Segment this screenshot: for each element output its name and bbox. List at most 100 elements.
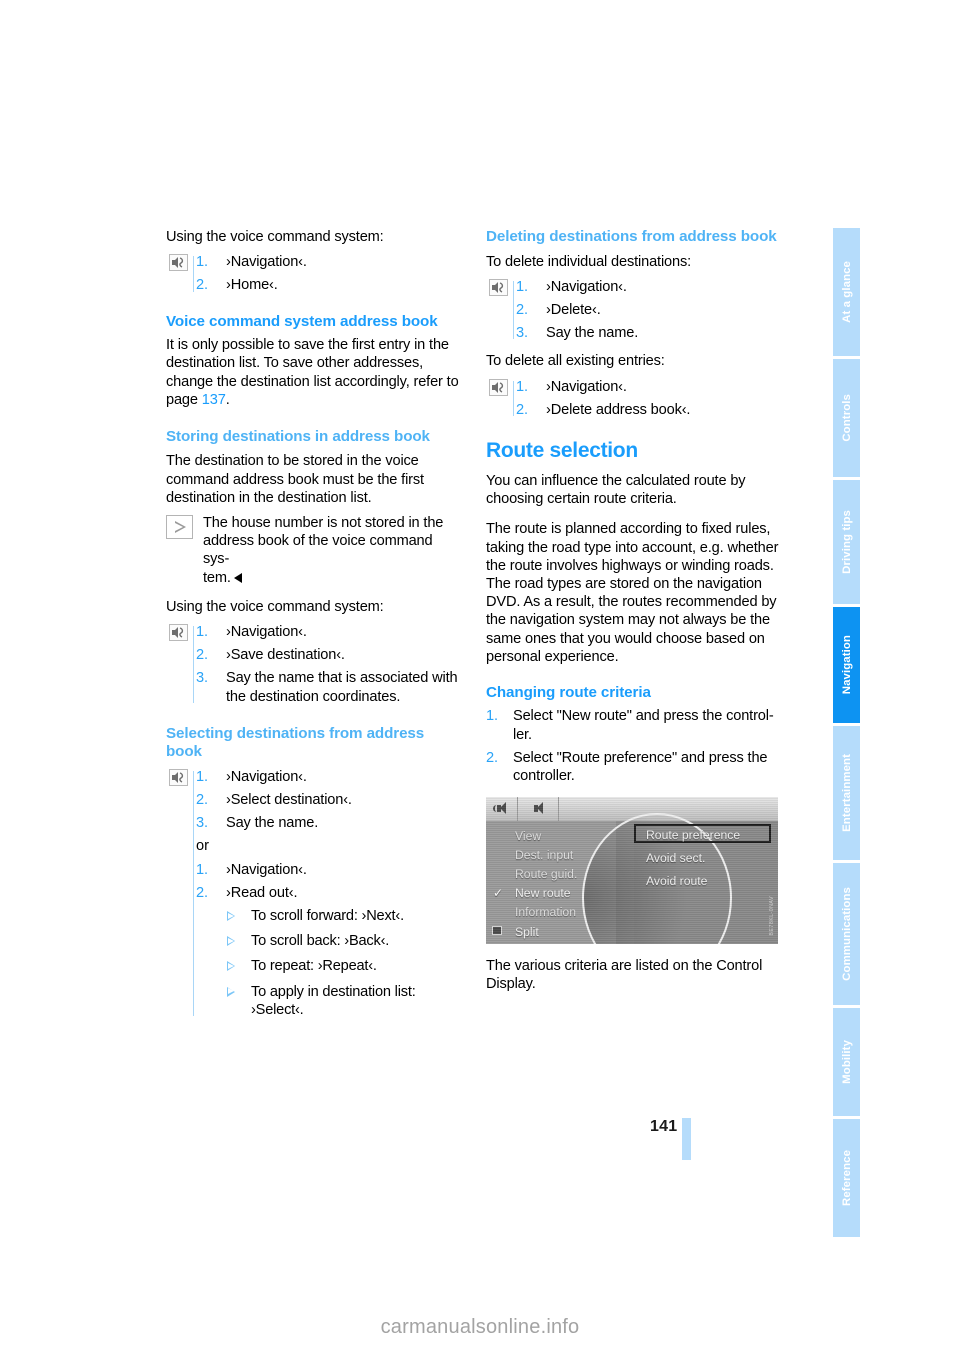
delete-all-line: To delete all existing entries: — [486, 353, 665, 370]
ordered-steps: 1. ›Navigation‹. 2. ›Delete address book‹. — [516, 378, 782, 419]
step-text: ›Read out‹. — [226, 884, 298, 901]
nav-submenu-item-avoid-sect[interactable]: Avoid sect. — [646, 851, 705, 865]
ordered-steps-b: 1. ›Navigation‹. 2. ›Read out‹. — [196, 861, 462, 902]
nav-menu-item-view[interactable]: View — [515, 829, 541, 843]
list-item: 2. ›Select destination‹. — [196, 791, 462, 809]
step-text: ›Navigation‹. — [226, 254, 307, 271]
voice-command-icon — [489, 378, 508, 396]
nav-menu-item-route-guid[interactable]: Route guid. — [515, 867, 577, 881]
speaker-mute-icon[interactable] — [493, 802, 508, 815]
list-item: 1. ›Navigation‹. — [196, 861, 462, 879]
note-box: The house number is not stored in the ad… — [166, 514, 462, 587]
tab-label: Entertainment — [840, 754, 853, 832]
triangle-bullet-icon — [227, 936, 235, 947]
tab-navigation[interactable]: Navigation — [833, 607, 860, 723]
step-text: ›Navigation‹. — [226, 768, 307, 785]
list-item: 2. Select "Route preference" and press th… — [486, 749, 782, 785]
step-text: ›Delete‹. — [546, 301, 601, 318]
heading-selecting-destinations: Selecting destinations from address book — [166, 724, 425, 761]
using-voice-command-line-2: Using the voice command system: — [166, 598, 384, 615]
step-text: Say the name. — [546, 325, 639, 342]
ordered-steps: 1. ›Navigation‹. 2. ›Save destination‹. 3.… — [196, 623, 462, 706]
tab-reference[interactable]: Reference — [833, 1119, 860, 1237]
list-item: 2. ›Delete address book‹. — [516, 401, 782, 419]
tab-driving-tips[interactable]: Driving tips — [833, 480, 860, 604]
tab-controls[interactable]: Controls — [833, 359, 860, 477]
step-text: ›Navigation‹. — [226, 861, 307, 878]
nav-submenu-item-avoid-route[interactable]: Avoid route — [646, 874, 707, 888]
ordered-steps: 1. ›Navigation‹. 2. ›Home‹. — [196, 253, 462, 294]
tab-entertainment[interactable]: Entertainment — [833, 726, 860, 860]
step-number: 1. — [196, 624, 208, 641]
bullet-text: To scroll forward: ›Next‹. — [251, 908, 404, 925]
page-reference-link[interactable]: 137 — [202, 392, 226, 408]
triangle-bullet-icon — [227, 961, 235, 972]
voice-address-book-paragraph: It is only possible to save the first en… — [166, 336, 462, 409]
tab-communications[interactable]: Communications — [833, 863, 860, 1005]
list-item: 3. Say the name that is associated with t… — [196, 669, 462, 705]
voice-command-icon — [169, 254, 188, 272]
voice-steps-delete-individual: 1. ›Navigation‹. 2. ›Delete‹. 3. Say the na… — [486, 278, 782, 343]
step-number: 2. — [196, 792, 208, 809]
figure-caption: The various criteria are listed on the C… — [486, 958, 763, 993]
heading-route-selection: Route selection — [486, 438, 638, 462]
note-triangle-icon — [166, 515, 193, 540]
manual-page: Using the voice command system: 1. ›Navig… — [0, 0, 960, 1358]
tab-label: Mobility — [840, 1040, 853, 1084]
nav-menu-item-new-route[interactable]: New route — [515, 886, 571, 900]
list-item: 3. Say the name. — [196, 814, 462, 832]
split-screen-icon — [492, 926, 502, 936]
or-separator: or — [196, 838, 209, 855]
ordered-steps-a: 1. ›Navigation‹. 2. ›Select destination‹. … — [196, 768, 462, 833]
step-text: ›Navigation‹. — [546, 378, 627, 395]
step-text: ›Navigation‹. — [546, 278, 627, 295]
route-paragraph-1: You can influence the calculated route b… — [486, 472, 746, 508]
list-item: 2. ›Save destination‹. — [196, 646, 462, 664]
step-number: 2. — [516, 401, 528, 418]
voice-steps-select-destination: 1. ›Navigation‹. 2. ›Select destination‹. … — [166, 768, 462, 1019]
list-item: To apply in destination list: ›Select‹. — [196, 983, 462, 1019]
nav-submenu-item-route-preference[interactable]: Route preference — [646, 828, 740, 842]
nav-menu-item-split[interactable]: Split — [515, 925, 539, 939]
ordered-steps: 1. ›Navigation‹. 2. ›Delete‹. 3. Say the na… — [516, 278, 782, 343]
tab-mobility[interactable]: Mobility — [833, 1008, 860, 1116]
step-number: 1. — [516, 378, 528, 395]
tab-label: Communications — [840, 887, 853, 981]
list-item: 3. Say the name. — [516, 324, 782, 342]
step-text: ›Select destination‹. — [226, 792, 352, 809]
heading-deleting-destinations: Deleting destinations from address book — [486, 228, 777, 245]
storing-paragraph: The destination to be stored in the voic… — [166, 453, 424, 506]
left-column: Using the voice command system: 1. ›Navig… — [166, 228, 462, 1029]
step-number: 3. — [196, 670, 208, 687]
tab-label: Reference — [840, 1150, 853, 1206]
list-item: 1. ›Navigation‹. — [516, 378, 782, 396]
step-number: 1. — [196, 861, 208, 878]
heading-changing-route-criteria: Changing route criteria — [486, 683, 651, 701]
voice-command-icon — [489, 278, 508, 296]
route-criteria-steps: 1. Select "New route" and press the contr… — [486, 707, 782, 785]
list-item: To repeat: ›Repeat‹. — [196, 957, 462, 975]
page-number: 141 — [650, 1118, 678, 1135]
right-column: Deleting destinations from address book … — [486, 228, 782, 1006]
step-text: Select "New route" and press the control… — [513, 708, 774, 743]
speaker-icon[interactable] — [530, 802, 545, 815]
heading-storing-destinations: Storing destinations in address book — [166, 427, 430, 445]
voice-command-icon — [169, 768, 188, 786]
list-item: 1. ›Navigation‹. — [196, 768, 462, 786]
triangle-bullet-icon — [227, 986, 235, 997]
list-item: To scroll back: ›Back‹. — [196, 932, 462, 950]
step-number: 1. — [196, 254, 208, 271]
step-number: 1. — [196, 768, 208, 785]
using-voice-command-line: Using the voice command system: — [166, 229, 384, 245]
nav-menu-item-information[interactable]: Information — [515, 905, 576, 919]
step-number: 2. — [196, 884, 208, 901]
checkmark-icon: ✓ — [493, 886, 504, 901]
nav-menu-item-dest-input[interactable]: Dest. input — [515, 848, 573, 862]
tab-at-a-glance[interactable]: At a glance — [833, 228, 860, 356]
page-number-bar — [682, 1118, 691, 1160]
step-text: ›Delete address book‹. — [546, 401, 691, 418]
step-text: ›Navigation‹. — [226, 624, 307, 641]
list-item: 1. ›Navigation‹. — [196, 253, 462, 271]
voice-command-icon — [169, 624, 188, 642]
list-item: 2. ›Delete‹. — [516, 301, 782, 319]
